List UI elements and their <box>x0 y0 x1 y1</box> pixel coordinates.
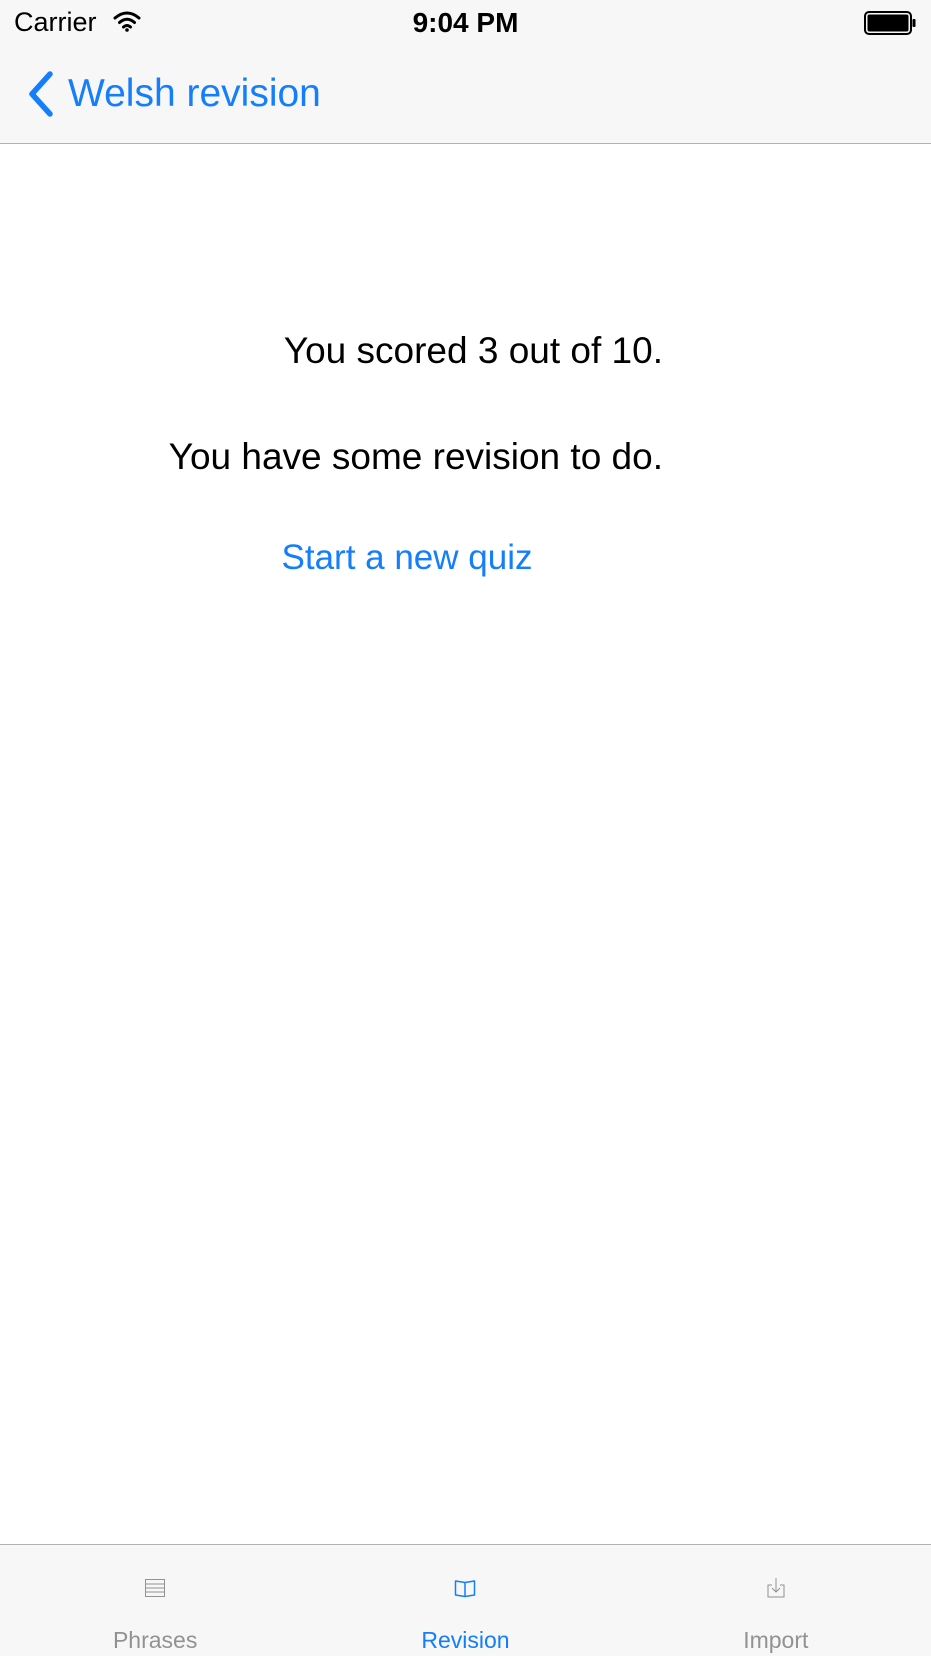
screen: Carrier 9:04 PM Welsh revision You score… <box>0 0 931 1656</box>
score-label: You scored 3 out of 10. <box>283 330 663 371</box>
tab-revision-label: Revision <box>421 1627 510 1653</box>
tab-phrases[interactable]: Phrases <box>0 1545 310 1656</box>
clock: 9:04 PM <box>412 7 519 38</box>
book-icon <box>455 1580 476 1598</box>
tab-bar: Phrases Revision Import <box>0 1544 931 1656</box>
download-icon <box>767 1578 785 1598</box>
back-button-label: Welsh revision <box>68 72 321 115</box>
list-icon <box>145 1579 166 1597</box>
tab-import[interactable]: Import <box>621 1545 931 1656</box>
start-new-quiz-button[interactable]: Start a new quiz <box>265 538 549 578</box>
result-message: You have some revision to do. <box>168 436 663 477</box>
tab-phrases-label: Phrases <box>112 1627 198 1653</box>
battery-icon <box>864 11 916 35</box>
status-bar: Carrier 9:04 PM <box>0 0 931 46</box>
back-button[interactable]: Welsh revision <box>24 66 321 122</box>
tab-revision[interactable]: Revision <box>310 1545 620 1656</box>
navigation-bar: Welsh revision <box>0 46 931 144</box>
chevron-left-icon <box>29 71 53 117</box>
tab-import-label: Import <box>743 1627 809 1653</box>
